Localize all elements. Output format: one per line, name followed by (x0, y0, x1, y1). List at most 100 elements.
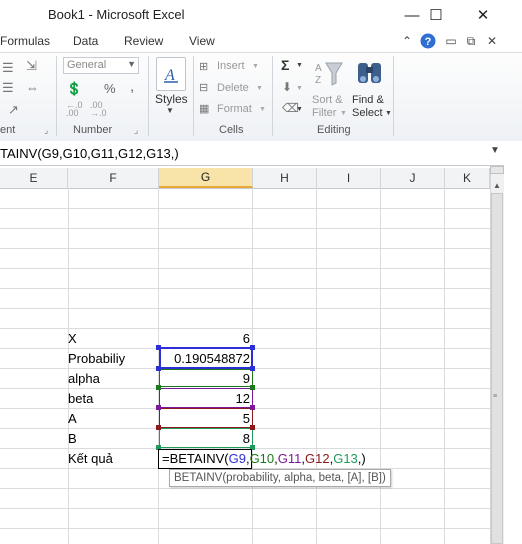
group-separator (148, 56, 149, 136)
grid-line (0, 248, 490, 249)
cell-label-a[interactable]: A (68, 411, 77, 426)
cell-value-b[interactable]: 8 (159, 431, 250, 446)
format-icon[interactable]: ▦ (199, 102, 209, 115)
format-button[interactable]: Format (217, 103, 252, 115)
column-header-f[interactable]: F (68, 168, 159, 188)
svg-text:Z: Z (315, 75, 321, 86)
column-header-i[interactable]: I (317, 168, 381, 188)
scroll-up-icon[interactable]: ▲ (492, 180, 502, 190)
cell-label-alpha[interactable]: alpha (68, 371, 100, 386)
cell-value-x[interactable]: 6 (159, 331, 250, 346)
autosum-icon[interactable]: Σ (281, 57, 289, 73)
resize-handle[interactable] (250, 405, 255, 410)
group-separator (56, 56, 57, 136)
column-header-k[interactable]: K (445, 168, 490, 188)
grid-line (0, 308, 490, 309)
group-separator (272, 56, 273, 136)
grid-line (316, 188, 317, 544)
wrap-text-icon[interactable]: ⇲ (26, 58, 37, 74)
formula-prefix: =BETAINV( (162, 451, 229, 466)
currency-icon[interactable]: 💲 (66, 81, 82, 97)
function-tooltip: BETAINV(probability, alpha, beta, [A], [… (169, 469, 391, 487)
percent-button[interactable]: % (104, 81, 116, 96)
tab-data[interactable]: Data (73, 34, 98, 48)
cell-label-probability[interactable]: Probabiliy (68, 351, 125, 366)
orientation-icon[interactable]: ↗ (8, 102, 19, 118)
dialog-launcher-icon[interactable]: ⌟ (44, 125, 48, 136)
styles-button[interactable]: Styles (155, 92, 188, 106)
find-select-button[interactable]: Find & (352, 94, 384, 106)
number-format-dropdown[interactable]: General ▼ (63, 57, 139, 74)
cell-label-b[interactable]: B (68, 431, 77, 446)
find-select-button-line2[interactable]: Select (352, 107, 383, 119)
increase-decimal-icon[interactable]: ←.0.00 (66, 101, 83, 118)
cell-value-a[interactable]: 5 (159, 411, 250, 426)
delete-button[interactable]: Delete (217, 82, 249, 94)
column-header-h[interactable]: H (253, 168, 317, 188)
column-header-g[interactable]: G (159, 168, 253, 188)
cell-value-alpha[interactable]: 9 (159, 371, 250, 386)
fill-icon[interactable]: ⬇ (282, 80, 292, 94)
split-box[interactable] (490, 166, 504, 174)
grid-line (0, 488, 490, 489)
maximize-button[interactable]: ☐ (413, 0, 459, 30)
number-group-label: Number (73, 124, 113, 136)
insert-icon[interactable]: ⊞ (199, 60, 208, 73)
grid-line (444, 188, 445, 544)
help-icon[interactable]: ? (420, 33, 436, 49)
indent-icon[interactable]: ☰ (2, 80, 14, 96)
cell-label-x[interactable]: X (68, 331, 77, 346)
chevron-down-icon[interactable]: ▼ (490, 145, 502, 157)
grid-line (0, 508, 490, 509)
resize-handle[interactable] (250, 345, 255, 350)
dialog-launcher-icon[interactable]: ⌟ (134, 125, 138, 136)
close-button[interactable]: ✕ (460, 0, 506, 30)
decrease-decimal-icon[interactable]: .00 →.0 (90, 101, 107, 118)
formula-bar-text[interactable]: TAINV(G9,G10,G11,G12,G13,) (0, 146, 179, 161)
window-edge (504, 141, 522, 544)
column-header-j[interactable]: J (381, 168, 445, 188)
minimize-doc-icon[interactable]: ▭ (443, 33, 459, 49)
close-doc-icon[interactable]: ✕ (484, 33, 500, 49)
column-header-e[interactable]: E (0, 168, 68, 188)
grid-line (0, 288, 490, 289)
chevron-down-icon: ▼ (296, 62, 303, 69)
comma-button[interactable]: , (130, 78, 134, 95)
resize-handle[interactable] (250, 385, 255, 390)
svg-text:A: A (315, 63, 322, 74)
group-separator (193, 56, 194, 136)
scrollbar-thumb[interactable] (491, 193, 503, 544)
group-separator (393, 56, 394, 136)
align-lines-icon[interactable]: ☰ (2, 60, 14, 76)
cells-group-label: Cells (219, 124, 244, 136)
sort-filter-button-line2[interactable]: Filter (312, 107, 336, 119)
find-select-icon[interactable] (355, 57, 385, 91)
grid-line (68, 188, 69, 544)
cell-label-result[interactable]: Kết quả (68, 451, 113, 466)
resize-handle[interactable] (250, 425, 255, 430)
window-title: Book1 - Microsoft Excel (48, 7, 185, 22)
cell-value-probability[interactable]: 0.190548872 (159, 351, 250, 366)
formula-suffix: ,) (357, 451, 366, 466)
styles-icon[interactable]: A (156, 57, 186, 91)
restore-doc-icon[interactable]: ⧉ (463, 33, 479, 49)
grid-line (0, 528, 490, 529)
cell-label-beta[interactable]: beta (68, 391, 93, 406)
sort-filter-button[interactable]: Sort & (312, 94, 343, 106)
merge-center-icon[interactable]: ⇔ (26, 80, 39, 95)
delete-icon[interactable]: ⊟ (199, 81, 208, 94)
cell-value-beta[interactable]: 12 (159, 391, 250, 406)
chevron-down-icon: ▼ (252, 63, 259, 70)
tab-formulas[interactable]: Formulas (0, 34, 50, 48)
resize-handle[interactable] (250, 366, 255, 371)
chevron-down-icon: ▼ (385, 110, 392, 117)
sort-filter-icon[interactable]: AZ (314, 57, 344, 91)
grid-line (0, 268, 490, 269)
cell-formula-text[interactable]: =BETAINV(G9,G10,G11,G12,G13,) (162, 451, 366, 466)
chevron-up-icon[interactable]: ⌃ (399, 33, 415, 49)
tab-view[interactable]: View (189, 34, 215, 48)
formula-ref-1: G9 (228, 451, 246, 466)
tab-review[interactable]: Review (124, 34, 163, 48)
chevron-down-icon: ▼ (340, 110, 347, 117)
insert-button[interactable]: Insert (217, 60, 245, 72)
